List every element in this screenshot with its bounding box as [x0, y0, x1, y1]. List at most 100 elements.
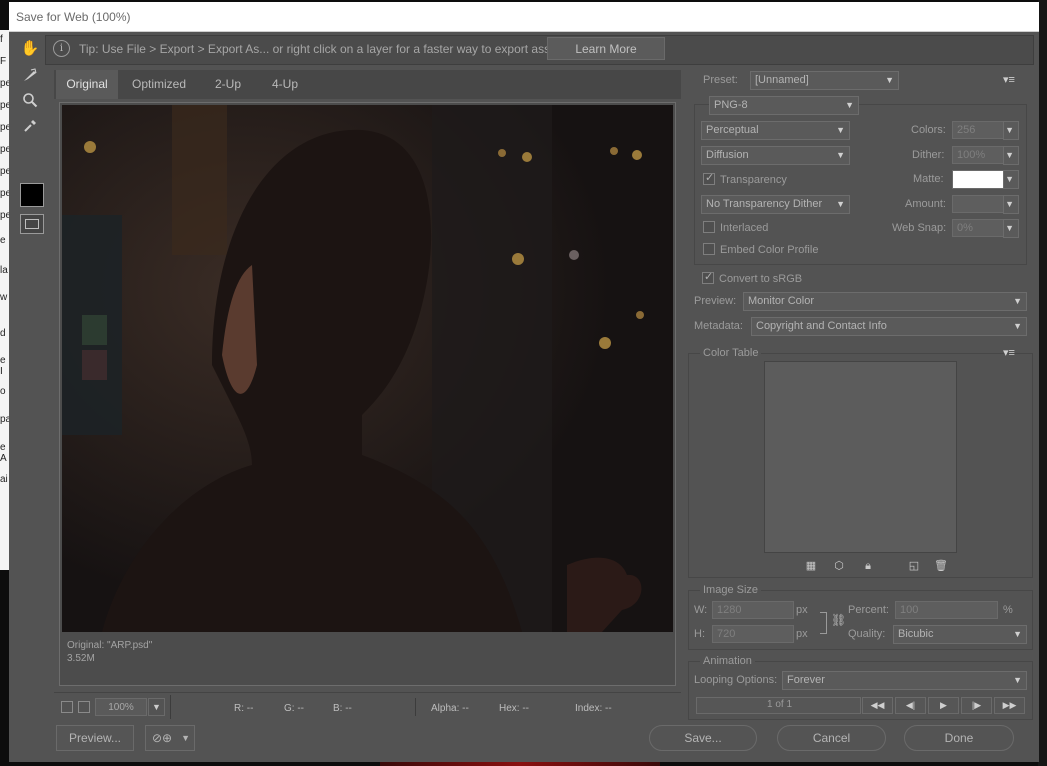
next-frame-icon[interactable]: |▶ [961, 697, 992, 714]
format-value: PNG-8 [714, 99, 748, 111]
save-button[interactable]: Save... [649, 725, 757, 751]
tab-2-up[interactable]: 2-Up [200, 70, 256, 99]
first-frame-icon[interactable]: ◀◀ [862, 697, 893, 714]
preset-label: Preset: [703, 74, 738, 86]
web-snap-label: Web Snap: [892, 222, 947, 234]
looping-options-select[interactable]: Forever ▼ [782, 671, 1027, 690]
web-snap-field[interactable]: 0% [952, 219, 1004, 237]
background-right-edge [1038, 0, 1047, 766]
title-bar[interactable]: Save for Web (100%) [9, 2, 1039, 32]
last-frame-icon[interactable]: ▶▶ [994, 697, 1025, 714]
dither-field[interactable]: 100% [952, 146, 1004, 164]
format-select[interactable]: PNG-8 ▼ [709, 96, 859, 115]
lock-color-icon[interactable]: 🔒︎ [861, 559, 875, 573]
dither-dropdown[interactable]: ▼ [1003, 146, 1019, 165]
tool-bar: ✋ [9, 32, 45, 762]
quality-label: Quality: [848, 628, 886, 640]
chevron-down-icon: ▼ [836, 125, 845, 135]
transparency-checkbox[interactable] [703, 171, 715, 185]
web-snap-dropdown[interactable]: ▼ [1003, 219, 1019, 238]
preview-label: Preview: [694, 295, 737, 307]
divider [170, 695, 171, 719]
hex-readout: Hex: -- [499, 703, 529, 714]
web-shift-icon[interactable]: ⬡ [832, 559, 846, 573]
background-text: ai [0, 474, 8, 485]
looping-options-label: Looping Options: [694, 674, 778, 686]
quality-value: Bicubic [898, 628, 934, 640]
link-icon[interactable]: ⛓ [831, 613, 846, 627]
tab-4-up[interactable]: 4-Up [258, 70, 312, 99]
background-text: F [0, 56, 7, 67]
convert-srgb-checkbox[interactable] [702, 270, 714, 284]
browser-select-button[interactable]: ⊘⊕ ▼ [145, 725, 195, 751]
trash-icon[interactable]: 🗑︎ [934, 559, 948, 573]
colors-field[interactable]: 256 [952, 121, 1004, 139]
transparency-dither-select[interactable]: No Transparency Dither ▼ [701, 195, 850, 214]
dither-algorithm-select[interactable]: Diffusion ▼ [701, 146, 850, 165]
zoom-level-field[interactable]: 100% [95, 698, 147, 716]
info-toggle-box[interactable] [78, 701, 90, 713]
animation-title: Animation [700, 655, 755, 667]
red-readout: R: -- [234, 703, 254, 714]
previous-frame-icon[interactable]: ◀| [895, 697, 926, 714]
tab-original[interactable]: Original [56, 70, 118, 99]
info-icon: i [53, 40, 70, 57]
hand-tool-icon[interactable]: ✋ [19, 37, 41, 59]
convert-srgb-label: Convert to sRGB [719, 273, 803, 285]
toggle-preview-box[interactable] [61, 701, 73, 713]
browser-icon: ⊘⊕ [152, 731, 173, 745]
divider [415, 698, 416, 716]
cancel-button[interactable]: Cancel [777, 725, 886, 751]
preview-image[interactable] [62, 105, 673, 632]
matte-dropdown[interactable]: ▼ [1003, 170, 1019, 189]
toggle-slices-visibility-icon[interactable] [20, 214, 44, 234]
chevron-down-icon: ▼ [845, 100, 854, 110]
dither-label: Dither: [912, 149, 945, 161]
zoom-dropdown-icon[interactable]: ▼ [148, 698, 165, 716]
chevron-down-icon: ▼ [181, 733, 190, 743]
eyedropper-color-swatch[interactable] [20, 183, 44, 207]
background-text: o [0, 386, 6, 397]
blue-readout: B: -- [333, 703, 352, 714]
chevron-down-icon: ▼ [1013, 675, 1022, 685]
embed-color-profile-checkbox[interactable] [703, 243, 715, 255]
chevron-down-icon: ▼ [1013, 321, 1022, 331]
preset-value: [Unnamed] [755, 74, 809, 86]
alpha-readout: Alpha: -- [431, 703, 469, 714]
color-table-menu-icon[interactable]: ▾≡ [1003, 346, 1015, 359]
matte-label: Matte: [913, 173, 944, 185]
preview-select[interactable]: Monitor Color ▼ [743, 292, 1027, 311]
amount-dropdown[interactable]: ▼ [1003, 195, 1019, 214]
chevron-down-icon: ▼ [1005, 223, 1014, 233]
slice-select-tool-icon[interactable] [19, 64, 41, 86]
learn-more-button[interactable]: Learn More [547, 37, 665, 60]
chevron-down-icon: ▼ [1005, 125, 1014, 135]
color-table-swatches[interactable] [764, 361, 957, 553]
chevron-down-icon: ▼ [836, 150, 845, 160]
preset-select[interactable]: [Unnamed] ▼ [750, 71, 899, 90]
done-button[interactable]: Done [904, 725, 1014, 751]
color-reduction-select[interactable]: Perceptual ▼ [701, 121, 850, 140]
preview-in-browser-button[interactable]: Preview... [56, 725, 134, 751]
tab-optimized[interactable]: Optimized [120, 70, 198, 99]
width-label: W: [694, 604, 708, 616]
interlaced-checkbox[interactable] [703, 221, 715, 233]
height-field[interactable]: 720 [712, 625, 794, 643]
metadata-select[interactable]: Copyright and Contact Info ▼ [751, 317, 1027, 336]
tip-text: Tip: Use File > Export > Export As... or… [79, 42, 567, 56]
preset-menu-icon[interactable]: ▾≡ [1003, 73, 1015, 86]
matte-color-swatch[interactable] [952, 170, 1004, 189]
eyedropper-tool-icon[interactable] [19, 115, 41, 137]
transparency-label: Transparency [720, 174, 787, 186]
map-to-transparent-icon[interactable]: ▦ [804, 559, 818, 573]
play-icon[interactable]: ▶ [928, 697, 959, 714]
amount-field[interactable] [952, 195, 1004, 213]
new-color-icon[interactable]: ◱ [907, 559, 921, 573]
background-text: w [0, 292, 8, 303]
width-field[interactable]: 1280 [712, 601, 794, 619]
zoom-tool-icon[interactable] [19, 89, 41, 111]
quality-select[interactable]: Bicubic ▼ [893, 625, 1027, 644]
background-text: d [0, 328, 6, 339]
percent-field[interactable]: 100 [895, 601, 998, 619]
colors-dropdown[interactable]: ▼ [1003, 121, 1019, 140]
